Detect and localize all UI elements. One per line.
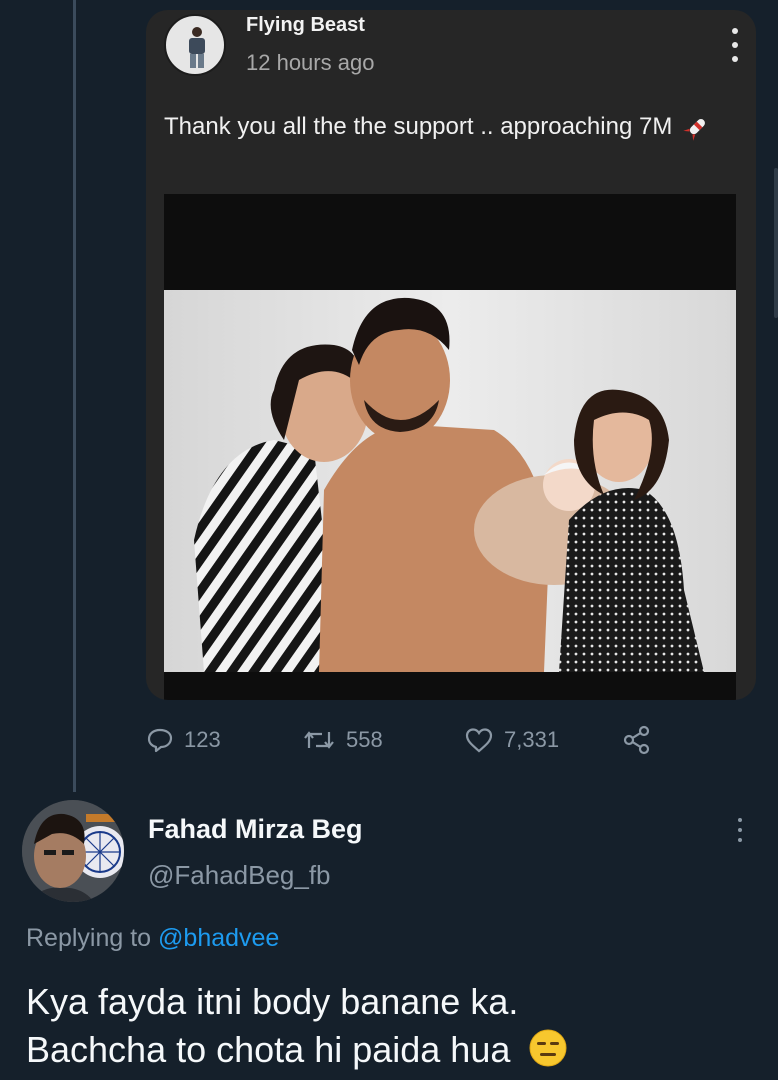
replying-to-line: Replying to @bhadvee — [26, 924, 279, 953]
like-count: 7,331 — [504, 727, 560, 752]
scrollbar[interactable] — [774, 168, 778, 318]
reply-tweet-text: Kya fayda itni body banane ka. Bachcha t… — [26, 978, 766, 1074]
reply-count: 123 — [184, 727, 221, 752]
tweet-thread-view: Flying Beast 12 hours ago Thank you all … — [0, 0, 778, 1080]
reply-text-line-2: Bachcha to chota hi paida hua — [26, 1029, 511, 1070]
post-text-block: Thank you all the the support .. approac… — [164, 110, 724, 144]
replying-prefix: Replying to — [26, 924, 152, 952]
rocket-icon — [683, 118, 705, 141]
like-button[interactable]: 7,331 — [464, 726, 559, 754]
share-icon — [623, 725, 650, 755]
reply-button[interactable]: 123 — [146, 726, 221, 754]
reply-text-line-1: Kya fayda itni body banane ka. — [26, 981, 519, 1022]
embedded-post-card[interactable]: Flying Beast 12 hours ago Thank you all … — [146, 10, 756, 700]
post-timestamp: 12 hours ago — [246, 50, 375, 75]
thread-connector-line — [73, 0, 76, 792]
mention-link[interactable]: @bhadvee — [158, 924, 279, 952]
like-icon — [465, 728, 493, 753]
reply-icon — [147, 728, 173, 753]
media-letterbox-bottom — [164, 672, 736, 700]
more-vertical-icon[interactable] — [736, 818, 744, 842]
more-vertical-icon[interactable] — [730, 28, 740, 62]
reply-author-avatar[interactable] — [22, 800, 124, 902]
expressionless-face-icon — [529, 1029, 567, 1067]
post-text: Thank you all the the support .. approac… — [164, 113, 673, 140]
retweet-button[interactable]: 558 — [302, 726, 383, 754]
reply-text-line-2-wrapper: Bachcha to chota hi paida hua — [26, 1026, 766, 1074]
retweet-count: 558 — [346, 727, 383, 752]
profile-avatar-icon[interactable] — [164, 14, 226, 76]
retweet-icon — [304, 731, 334, 749]
family-photo[interactable] — [164, 290, 736, 672]
post-author-name[interactable]: Flying Beast — [246, 14, 365, 37]
media-letterbox-top — [164, 194, 736, 290]
share-button[interactable] — [622, 725, 652, 755]
reply-author-handle[interactable]: @FahadBeg_fb — [148, 860, 331, 891]
reply-author-name[interactable]: Fahad Mirza Beg — [148, 814, 363, 845]
